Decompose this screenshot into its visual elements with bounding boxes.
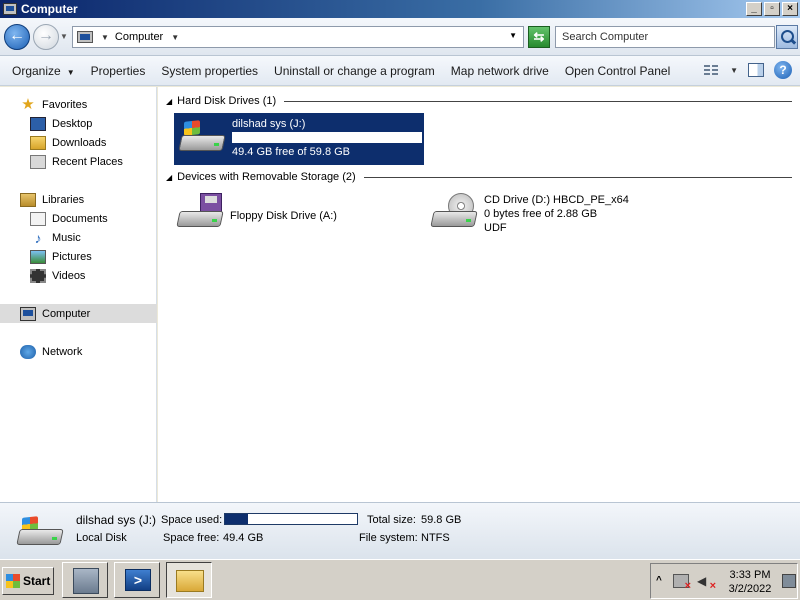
details-drive-type: Local Disk (76, 532, 127, 544)
nav-favorites[interactable]: ★ Favorites (20, 95, 177, 114)
documents-icon (30, 211, 46, 226)
refresh-button[interactable]: ⇆ (528, 26, 550, 48)
drive-name: CD Drive (D:) HBCD_PE_x64 (484, 194, 629, 206)
pictures-icon (30, 249, 46, 264)
libraries-icon (20, 192, 36, 207)
divider (284, 100, 792, 102)
drive-a[interactable]: Floppy Disk Drive (A:) (176, 193, 396, 239)
details-pane: dilshad sys (J:) Local Disk Space used: … (0, 502, 800, 559)
folder-icon (176, 570, 204, 592)
divider (363, 176, 792, 178)
group-hard-disk-drives[interactable]: ◢ Hard Disk Drives (1) (166, 95, 792, 107)
address-row: ← → ▼ ▼ Computer ▼ ▼ ⇆ Search Computer (0, 18, 800, 56)
system-tray: ^ ◀ 3:33 PM 3/2/2022 (650, 563, 798, 599)
videos-icon (30, 268, 46, 283)
space-free-value: 49.4 GB (223, 532, 264, 544)
details-drive-name: dilshad sys (J:) (76, 513, 157, 527)
title-bar: Computer _ ▫ × (0, 0, 800, 18)
view-dropdown-icon[interactable]: ▼ (730, 66, 738, 75)
show-hidden-icons-icon[interactable]: ^ (656, 575, 662, 586)
taskbar-powershell[interactable]: > (114, 562, 160, 598)
recent-places-icon (30, 154, 46, 169)
taskbar: Start > ^ ◀ 3:33 PM 3/2/2022 (0, 559, 800, 600)
forward-button[interactable]: → (33, 24, 59, 50)
minimize-button[interactable]: _ (746, 2, 762, 16)
powershell-icon: > (125, 569, 151, 591)
command-bar: Organize ▼ Properties System properties U… (0, 56, 800, 86)
window-title: Computer (21, 2, 78, 16)
downloads-icon (30, 135, 46, 150)
maximize-button[interactable]: ▫ (764, 2, 780, 16)
drive-name: Floppy Disk Drive (A:) (230, 210, 337, 222)
drive-d[interactable]: CD Drive (D:) HBCD_PE_x64 0 bytes free o… (430, 193, 680, 241)
space-free-label: Space free: (163, 532, 220, 544)
content-pane: ◢ Hard Disk Drives (1) dilshad sys (J:) … (158, 87, 800, 502)
floppy-drive-icon (176, 193, 224, 233)
total-size-label: Total size: (367, 514, 416, 526)
help-icon[interactable]: ? (774, 61, 792, 79)
hard-drive-icon (178, 117, 226, 157)
total-size-value: 59.8 GB (421, 514, 462, 526)
music-icon: ♪ (34, 229, 42, 246)
hard-drive-icon (14, 515, 64, 551)
drive-free-space: 0 bytes free of 2.88 GB (484, 208, 598, 220)
volume-muted-icon[interactable]: ◀ (697, 574, 716, 593)
computer-icon (3, 3, 17, 15)
taskbar-server-manager[interactable] (62, 562, 108, 598)
organize-button[interactable]: Organize ▼ (4, 64, 83, 78)
computer-icon (20, 306, 36, 321)
server-manager-icon (73, 568, 99, 594)
space-used-bar (224, 513, 358, 525)
collapse-icon[interactable]: ◢ (166, 173, 172, 182)
star-icon: ★ (21, 95, 35, 113)
nav-libraries[interactable]: Libraries (20, 190, 177, 209)
chevron-down-icon: ▼ (66, 67, 75, 77)
taskbar-explorer[interactable] (166, 562, 212, 598)
properties-button[interactable]: Properties (83, 64, 154, 78)
navigation-pane: ★ Favorites Desktop Downloads Recent Plac… (0, 87, 157, 502)
drive-j[interactable]: dilshad sys (J:) 49.4 GB free of 59.8 GB (174, 113, 424, 165)
file-system-value: NTFS (421, 532, 450, 544)
close-button[interactable]: × (782, 2, 798, 16)
nav-network[interactable]: Network (20, 342, 177, 361)
address-bar[interactable]: ▼ Computer ▼ ▼ (72, 26, 524, 48)
desktop-icon (30, 116, 46, 131)
back-button[interactable]: ← (4, 24, 30, 50)
preview-pane-icon[interactable] (748, 63, 764, 77)
change-view-icon[interactable] (704, 63, 720, 77)
drive-usage-bar (232, 132, 422, 143)
windows-logo-icon (6, 574, 20, 588)
nav-computer[interactable]: Computer (0, 304, 157, 323)
file-system-label: File system: (359, 532, 418, 544)
history-dropdown-icon[interactable]: ▼ (60, 32, 68, 41)
network-icon (20, 344, 36, 359)
uninstall-program-button[interactable]: Uninstall or change a program (266, 64, 443, 78)
start-button[interactable]: Start (2, 567, 54, 595)
breadcrumb-computer[interactable]: Computer (115, 31, 163, 43)
computer-icon (77, 31, 93, 43)
space-used-label: Space used: (161, 514, 223, 526)
open-control-panel-button[interactable]: Open Control Panel (557, 64, 678, 78)
group-removable-storage[interactable]: ◢ Devices with Removable Storage (2) (166, 171, 792, 183)
show-desktop-icon[interactable] (782, 574, 796, 588)
drive-filesystem: UDF (484, 222, 507, 234)
breadcrumb-arrow-icon[interactable]: ▼ (171, 33, 179, 42)
system-properties-button[interactable]: System properties (153, 64, 266, 78)
address-dropdown-icon[interactable]: ▼ (509, 31, 517, 40)
clock[interactable]: 3:33 PM 3/2/2022 (719, 568, 781, 596)
search-icon[interactable] (776, 25, 798, 49)
search-input[interactable]: Search Computer (555, 26, 775, 48)
drive-name: dilshad sys (J:) (232, 118, 306, 130)
breadcrumb-chevron-icon[interactable]: ▼ (101, 33, 109, 42)
drive-free-space: 49.4 GB free of 59.8 GB (232, 146, 351, 158)
collapse-icon[interactable]: ◢ (166, 97, 172, 106)
map-network-drive-button[interactable]: Map network drive (443, 64, 557, 78)
cd-drive-icon (430, 193, 478, 233)
network-disconnected-icon[interactable] (673, 574, 691, 592)
